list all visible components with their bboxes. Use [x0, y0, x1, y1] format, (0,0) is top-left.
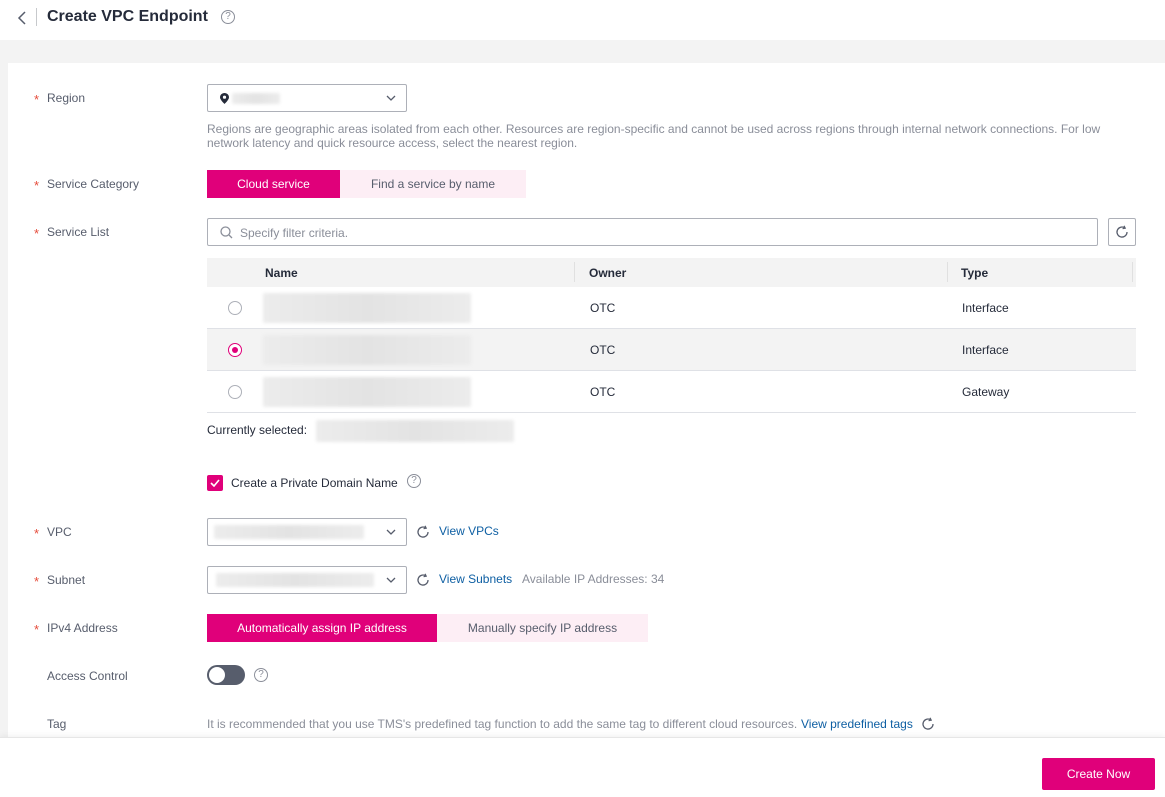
- currently-selected-value: [316, 420, 514, 442]
- view-predefined-tags-link[interactable]: View predefined tags: [801, 717, 913, 731]
- page-title: Create VPC Endpoint: [47, 8, 208, 25]
- table-header: Name Owner Type: [207, 258, 1136, 287]
- view-subnets-link[interactable]: View Subnets: [439, 572, 512, 586]
- find-service-by-name-button[interactable]: Find a service by name: [340, 170, 526, 198]
- required-marker: *: [34, 526, 40, 541]
- service-name: [263, 377, 471, 407]
- service-search-input[interactable]: Specify filter criteria.: [207, 218, 1098, 246]
- row-type: Interface: [962, 343, 1009, 357]
- service-category-label: Service Category: [47, 177, 140, 191]
- refresh-icon[interactable]: [921, 717, 935, 731]
- ipv4-label: IPv4 Address: [47, 621, 118, 635]
- private-domain-checkbox[interactable]: [207, 475, 223, 491]
- create-now-button[interactable]: Create Now: [1042, 758, 1155, 790]
- tag-hint: It is recommended that you use TMS's pre…: [207, 717, 798, 731]
- row-owner: OTC: [590, 385, 616, 399]
- column-name: Name: [265, 266, 298, 280]
- column-divider: [947, 262, 948, 282]
- service-name: [263, 335, 471, 365]
- required-marker: *: [34, 574, 40, 589]
- help-icon[interactable]: ?: [221, 10, 235, 24]
- row-radio[interactable]: [228, 301, 242, 315]
- service-list-label: Service List: [47, 225, 110, 239]
- refresh-button[interactable]: [1108, 218, 1136, 246]
- subnet-label: Subnet: [47, 573, 86, 587]
- row-radio[interactable]: [228, 343, 242, 357]
- region-select[interactable]: [207, 84, 407, 112]
- refresh-icon[interactable]: [416, 573, 430, 587]
- region-label: Region: [47, 91, 86, 105]
- required-marker: *: [34, 92, 40, 107]
- back-arrow-icon[interactable]: [14, 10, 28, 26]
- vpc-label: VPC: [47, 525, 72, 539]
- help-icon[interactable]: ?: [407, 474, 421, 488]
- manual-ip-button[interactable]: Manually specify IP address: [437, 614, 648, 642]
- subnet-select[interactable]: [207, 566, 407, 594]
- chevron-down-icon: [386, 577, 396, 583]
- row-type: Gateway: [962, 385, 1010, 399]
- column-divider: [574, 262, 575, 282]
- region-hint: Regions are geographic areas isolated fr…: [207, 122, 1101, 150]
- view-vpcs-link[interactable]: View VPCs: [439, 524, 499, 538]
- location-pin-icon: [220, 93, 229, 104]
- vpc-value: [214, 525, 364, 539]
- access-control-label: Access Control: [47, 669, 128, 683]
- currently-selected-label: Currently selected:: [207, 423, 308, 437]
- row-type: Interface: [962, 301, 1009, 315]
- chevron-down-icon: [386, 95, 396, 101]
- required-marker: *: [34, 226, 40, 241]
- table-row[interactable]: OTC Interface: [207, 287, 1136, 329]
- footer-bar: Create Now: [0, 737, 1165, 797]
- chevron-down-icon: [386, 529, 396, 535]
- row-radio[interactable]: [228, 385, 242, 399]
- access-control-toggle[interactable]: [207, 665, 245, 685]
- refresh-icon[interactable]: [416, 525, 430, 539]
- page-header: Create VPC Endpoint ?: [0, 0, 1165, 40]
- column-owner: Owner: [589, 266, 627, 280]
- row-owner: OTC: [590, 343, 616, 357]
- header-divider: [36, 8, 37, 26]
- column-divider: [1132, 262, 1133, 282]
- refresh-icon: [1116, 225, 1128, 238]
- required-marker: *: [34, 622, 40, 637]
- table-row[interactable]: OTC Interface: [207, 329, 1136, 371]
- private-domain-label: Create a Private Domain Name: [231, 476, 398, 490]
- checkmark-icon: [210, 479, 220, 487]
- row-owner: OTC: [590, 301, 616, 315]
- required-marker: *: [34, 178, 40, 193]
- tag-label: Tag: [47, 717, 67, 731]
- subnet-value: [216, 573, 374, 587]
- search-placeholder: Specify filter criteria.: [240, 226, 349, 240]
- help-icon[interactable]: ?: [254, 668, 268, 682]
- auto-assign-ip-button[interactable]: Automatically assign IP address: [207, 614, 437, 642]
- column-type: Type: [961, 266, 989, 280]
- cloud-service-button[interactable]: Cloud service: [207, 170, 340, 198]
- vpc-select[interactable]: [207, 518, 407, 546]
- available-ip-count: Available IP Addresses: 34: [522, 572, 665, 586]
- search-icon: [220, 226, 233, 239]
- table-row[interactable]: OTC Gateway: [207, 371, 1136, 413]
- region-value: [232, 93, 280, 104]
- service-name: [263, 293, 471, 323]
